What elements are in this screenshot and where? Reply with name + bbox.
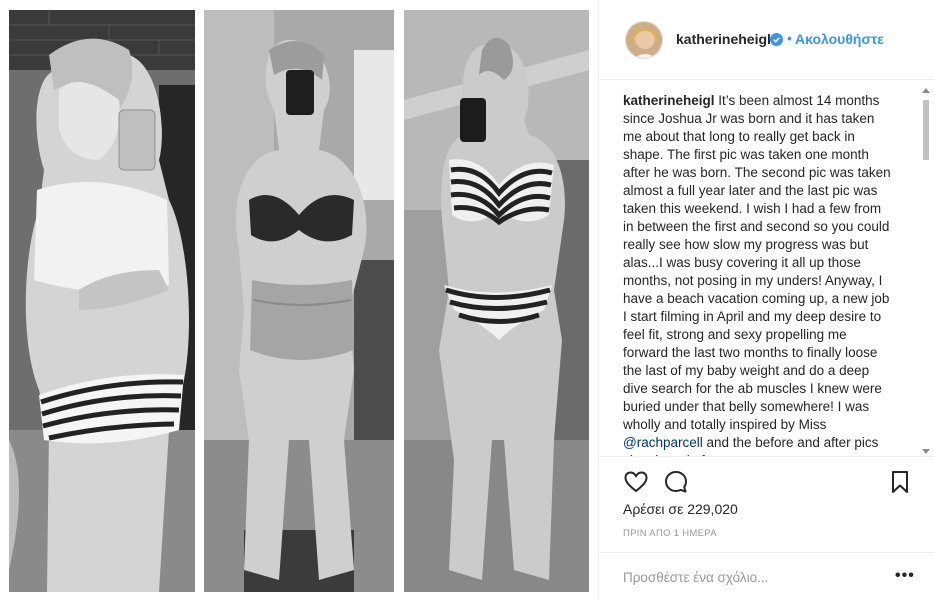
photo-panel-2 bbox=[204, 10, 394, 592]
post-media[interactable] bbox=[0, 0, 598, 600]
photo-panel-3 bbox=[404, 10, 589, 592]
scroll-up-arrow[interactable] bbox=[922, 88, 930, 93]
bookmark-icon[interactable] bbox=[887, 469, 913, 495]
comment-section: ••• bbox=[599, 552, 934, 600]
photo-panel-1 bbox=[9, 10, 195, 592]
instagram-post: katherineheigl • Ακολουθήστε katherinehe… bbox=[0, 0, 934, 600]
post-timestamp[interactable]: ΠΡΙΝ ΑΠΟ 1 ΗΜΕΡΑ bbox=[623, 528, 717, 539]
post-sidebar: katherineheigl • Ακολουθήστε katherinehe… bbox=[598, 0, 934, 600]
likes-count[interactable]: Αρέσει σε 229,020 bbox=[623, 501, 738, 517]
more-options-icon[interactable]: ••• bbox=[895, 567, 915, 585]
follow-button[interactable]: Ακολουθήστε bbox=[795, 31, 884, 47]
action-bar bbox=[599, 456, 934, 504]
caption-mention-link[interactable]: @rachparcell bbox=[623, 435, 703, 450]
caption-username[interactable]: katherineheigl bbox=[623, 93, 715, 108]
comment-input[interactable] bbox=[623, 567, 873, 587]
verified-badge-icon bbox=[770, 33, 783, 46]
heart-outline-icon[interactable] bbox=[623, 469, 649, 495]
header-username[interactable]: katherineheigl bbox=[676, 31, 771, 47]
scrollbar-thumb[interactable] bbox=[923, 100, 929, 160]
caption-text: It’s been almost 14 months since Joshua … bbox=[623, 93, 891, 432]
avatar[interactable] bbox=[625, 21, 663, 59]
speech-bubble-icon[interactable] bbox=[663, 469, 689, 495]
post-caption: katherineheigl It’s been almost 14 month… bbox=[623, 92, 893, 456]
scroll-down-arrow[interactable] bbox=[922, 449, 930, 454]
caption-scrollbar[interactable] bbox=[920, 86, 932, 456]
post-header: katherineheigl • Ακολουθήστε bbox=[599, 0, 934, 80]
follow-separator: • bbox=[787, 30, 792, 46]
